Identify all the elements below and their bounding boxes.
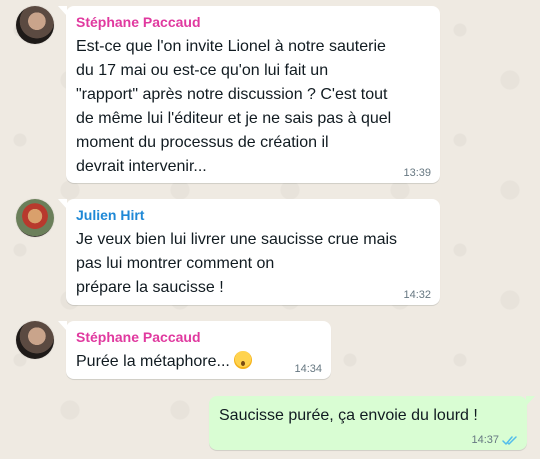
sender-name[interactable]: Julien Hirt bbox=[76, 205, 431, 225]
message-bubble[interactable]: Stéphane Paccaud Est-ce que l'on invite … bbox=[58, 6, 440, 183]
message-time: 14:37 bbox=[471, 434, 499, 446]
flushed-face-emoji-icon bbox=[233, 351, 252, 369]
message-text: Saucisse purée, ça envoie du lourd ! bbox=[219, 407, 478, 424]
message-time: 14:34 bbox=[294, 363, 322, 375]
sender-name[interactable]: Stéphane Paccaud bbox=[76, 12, 431, 32]
message-status: 14:37 bbox=[471, 434, 518, 446]
message-text: Purée la métaphore... bbox=[76, 353, 230, 370]
message-time: 14:32 bbox=[403, 289, 431, 301]
avatar[interactable] bbox=[16, 6, 54, 44]
message-bubble[interactable]: Julien Hirt Je veux bien lui livrer une … bbox=[58, 199, 440, 305]
message-time: 13:39 bbox=[403, 167, 431, 179]
message-bubble[interactable]: Stéphane Paccaud Purée la métaphore... 1… bbox=[58, 321, 331, 379]
double-check-read-icon bbox=[502, 435, 517, 445]
message-text: Est-ce que l'on invite Lionel à notre sa… bbox=[76, 38, 392, 175]
message-text: Je veux bien lui livrer une saucisse cru… bbox=[76, 231, 398, 296]
message-bubble-outgoing[interactable]: Saucisse purée, ça envoie du lourd ! 14:… bbox=[209, 396, 535, 450]
avatar[interactable] bbox=[16, 321, 54, 359]
sender-name[interactable]: Stéphane Paccaud bbox=[76, 327, 322, 347]
avatar[interactable] bbox=[16, 199, 54, 237]
